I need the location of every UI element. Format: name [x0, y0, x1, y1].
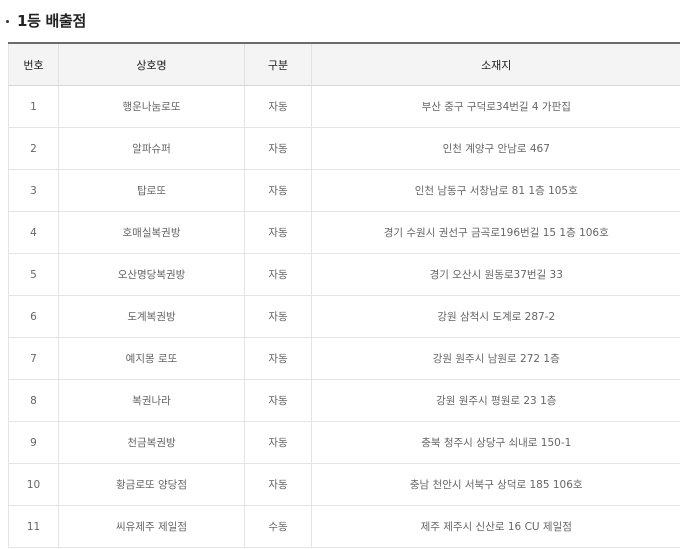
cell-no: 11 [8, 505, 59, 548]
table-row: 11 씨유제주 제일점 수동 제주 제주시 신산로 16 CU 제일점 [8, 505, 680, 548]
cell-address: 충북 청주시 상당구 쇠내로 150-1 [311, 421, 680, 464]
cell-type: 자동 [244, 463, 312, 506]
cell-store-name: 예지몽 로또 [58, 337, 245, 380]
table-row: 6 도계복권방 자동 강원 삼척시 도계로 287-2 [8, 295, 680, 338]
cell-no: 7 [8, 337, 59, 380]
header-no: 번호 [8, 43, 59, 86]
table-row: 2 알파슈퍼 자동 인천 계양구 안남로 467 [8, 127, 680, 170]
cell-no: 4 [8, 211, 59, 254]
cell-store-name: 행운나눔로또 [58, 85, 245, 128]
cell-address: 경기 수원시 권선구 금곡로196번길 15 1층 106호 [311, 211, 680, 254]
winning-stores-table: 번호 상호명 구분 소재지 1 행운나눔로또 자동 부산 중구 구덕로34번길 4 가… [8, 42, 680, 548]
header-address: 소재지 [311, 43, 680, 86]
cell-type: 자동 [244, 337, 312, 380]
cell-address: 제주 제주시 신산로 16 CU 제일점 [311, 505, 680, 548]
cell-address: 강원 원주시 평원로 23 1층 [311, 379, 680, 422]
cell-store-name: 씨유제주 제일점 [58, 505, 245, 548]
cell-address: 경기 오산시 원동로37번길 33 [311, 253, 680, 296]
cell-address: 부산 중구 구덕로34번길 4 가판집 [311, 85, 680, 128]
cell-store-name: 호매실복권방 [58, 211, 245, 254]
cell-no: 5 [8, 253, 59, 296]
cell-no: 1 [8, 85, 59, 128]
header-type: 구분 [244, 43, 312, 86]
table-row: 9 천금복권방 자동 충북 청주시 상당구 쇠내로 150-1 [8, 421, 680, 464]
cell-type: 자동 [244, 127, 312, 170]
cell-type: 자동 [244, 253, 312, 296]
cell-store-name: 황금로또 양당점 [58, 463, 245, 506]
cell-address: 충남 천안시 서북구 상덕로 185 106호 [311, 463, 680, 506]
table-body: 1 행운나눔로또 자동 부산 중구 구덕로34번길 4 가판집 2 알파슈퍼 자동 인천 계양… [8, 85, 680, 548]
cell-store-name: 도계복권방 [58, 295, 245, 338]
page: 1등 배출점 번호 상호명 구분 소재지 1 행운나눔로또 자동 부산 중구 구덕로3… [0, 0, 680, 549]
cell-address: 강원 삼척시 도계로 287-2 [311, 295, 680, 338]
cell-address: 강원 원주시 남원로 272 1층 [311, 337, 680, 380]
section-title: 1등 배출점 [17, 11, 87, 30]
cell-store-name: 알파슈퍼 [58, 127, 245, 170]
table-row: 7 예지몽 로또 자동 강원 원주시 남원로 272 1층 [8, 337, 680, 380]
cell-type: 자동 [244, 379, 312, 422]
cell-type: 자동 [244, 85, 312, 128]
table-header-row: 번호 상호명 구분 소재지 [8, 43, 680, 86]
table-row: 8 복권나라 자동 강원 원주시 평원로 23 1층 [8, 379, 680, 422]
table-row: 5 오산명당복권방 자동 경기 오산시 원동로37번길 33 [8, 253, 680, 296]
cell-type: 자동 [244, 211, 312, 254]
cell-type: 자동 [244, 169, 312, 212]
cell-no: 6 [8, 295, 59, 338]
bullet-icon [6, 19, 9, 23]
table-row: 1 행운나눔로또 자동 부산 중구 구덕로34번길 4 가판집 [8, 85, 680, 128]
table-row: 10 황금로또 양당점 자동 충남 천안시 서북구 상덕로 185 106호 [8, 463, 680, 506]
cell-store-name: 탑로또 [58, 169, 245, 212]
cell-store-name: 복권나라 [58, 379, 245, 422]
cell-no: 9 [8, 421, 59, 464]
table-row: 3 탑로또 자동 인천 남동구 서창남로 81 1층 105호 [8, 169, 680, 212]
cell-no: 3 [8, 169, 59, 212]
cell-address: 인천 계양구 안남로 467 [311, 127, 680, 170]
cell-type: 수동 [244, 505, 312, 548]
cell-no: 2 [8, 127, 59, 170]
cell-store-name: 오산명당복권방 [58, 253, 245, 296]
header-name: 상호명 [58, 43, 245, 86]
cell-no: 8 [8, 379, 59, 422]
cell-type: 자동 [244, 421, 312, 464]
cell-type: 자동 [244, 295, 312, 338]
cell-store-name: 천금복권방 [58, 421, 245, 464]
cell-address: 인천 남동구 서창남로 81 1층 105호 [311, 169, 680, 212]
section-header: 1등 배출점 [6, 10, 86, 30]
table-row: 4 호매실복권방 자동 경기 수원시 권선구 금곡로196번길 15 1층 106호 [8, 211, 680, 254]
cell-no: 10 [8, 463, 59, 506]
